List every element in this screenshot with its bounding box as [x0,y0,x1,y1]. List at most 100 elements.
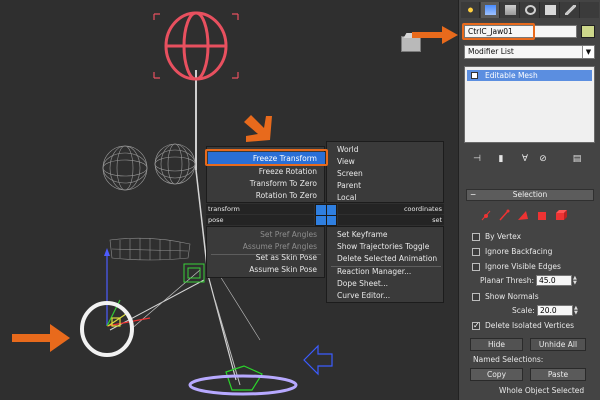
menu-item-set-as-skin-pose[interactable]: Set as Skin Pose [207,252,325,264]
menu-item-show-trajectories[interactable]: Show Trajectories Toggle [337,241,429,253]
copy-button[interactable]: Copy [470,368,523,381]
utilities-tab[interactable] [561,2,580,18]
display-icon [545,5,556,15]
arrow-callout-jaw [12,324,70,352]
display-tab[interactable] [541,2,560,18]
scale-spinner[interactable]: 20.0 ▲ ▼ [537,305,578,316]
element-icon[interactable] [556,210,567,220]
menu-item-reaction-manager[interactable]: Reaction Manager... [337,266,411,278]
pin-stack-icon[interactable]: ⊣ [470,152,484,166]
jaw-mesh [109,237,191,261]
unhide-all-button[interactable]: Unhide All [530,338,586,351]
by-vertex-checkbox[interactable]: By Vertex [472,231,521,243]
expand-icon[interactable] [471,72,478,79]
direction-control [303,344,333,376]
face-icon[interactable] [518,211,528,220]
menu-item-world[interactable]: World [337,144,359,156]
arrow-callout-menu [244,115,272,142]
eye-left-mesh [102,145,148,191]
menu-item-parent[interactable]: Parent [337,180,361,192]
edge-icon[interactable] [499,209,510,221]
quad-label-set: set [432,216,442,224]
ignore-backfacing-checkbox[interactable]: Ignore Backfacing [472,246,552,258]
hierarchy-tab[interactable] [501,2,520,18]
quad-label-transform: transform [208,205,240,213]
motion-tab[interactable] [521,2,540,18]
ignore-visible-edges-label: Ignore Visible Edges [485,262,561,271]
quad-header-set: set [338,215,444,225]
stack-item-label: Editable Mesh [485,71,538,80]
menu-item-dope-sheet[interactable]: Dope Sheet... [337,278,388,290]
checkbox-box[interactable] [472,263,480,271]
ignore-backfacing-label: Ignore Backfacing [485,247,553,256]
eye-right-mesh [154,143,196,185]
ignore-visible-edges-checkbox[interactable]: Ignore Visible Edges [472,261,561,273]
quad-header-pose: pose [206,215,314,225]
selection-rollout-header[interactable]: − Selection [466,189,594,201]
menu-item-local[interactable]: Local [337,192,356,204]
quad-menu-left-bottom: Set Pref Angles Assume Pref Angles Set a… [206,226,325,278]
menu-item-delete-selected-animation[interactable]: Delete Selected Animation [337,253,437,265]
utilities-icon [565,5,576,15]
spinner-arrows-icon[interactable]: ▲ ▼ [573,276,581,287]
planar-thresh-value: 45.0 [539,276,556,285]
modify-tab[interactable] [481,2,500,18]
menu-item-view[interactable]: View [337,156,355,168]
menu-item-freeze-rotation[interactable]: Freeze Rotation [207,166,325,178]
menu-item-screen[interactable]: Screen [337,168,363,180]
checkbox-box[interactable] [472,293,480,301]
jaw-green-control [225,365,263,391]
hide-button[interactable]: Hide [470,338,523,351]
delete-isolated-vertices-checkbox[interactable]: Delete Isolated Vertices [472,320,574,332]
head-control [164,11,228,81]
quad-header-coordinates: coordinates [338,204,444,214]
stack-item-editable-mesh[interactable]: Editable Mesh [467,70,592,81]
quad-center-selector[interactable] [315,204,337,226]
checkbox-box[interactable] [472,248,480,256]
motion-icon [525,5,536,15]
show-end-result-icon[interactable]: ▮ [494,152,508,166]
quad-label-coordinates: coordinates [403,205,442,213]
modifier-stack[interactable]: Editable Mesh [464,66,595,143]
quad-menu-right-bottom: Set Keyframe Show Trajectories Toggle De… [326,226,444,303]
make-unique-icon[interactable]: ∀ [518,152,532,166]
command-panel-tabs [461,2,599,18]
paste-button[interactable]: Paste [530,368,586,381]
checkbox-box[interactable] [472,233,480,241]
polygon-icon[interactable] [538,212,546,220]
modifier-list-label: Modifier List [468,47,514,56]
modify-icon [485,5,496,15]
planar-thresh-spinner[interactable]: 45.0 ▲ ▼ [536,275,577,286]
quad-label-pose: pose [208,216,224,224]
configure-modifier-sets-icon[interactable]: ▤ [570,152,584,166]
menu-item-transform-to-zero[interactable]: Transform To Zero [207,178,325,190]
menu-item-set-keyframe[interactable]: Set Keyframe [337,229,388,241]
callout-object-name [462,23,535,40]
green-control [183,263,205,283]
spinner-arrows-icon[interactable]: ▲ ▼ [574,306,582,317]
modifier-list-dropdown[interactable]: Modifier List ▼ [464,45,595,59]
sub-object-level-icons [480,208,580,222]
scale-value: 20.0 [540,306,557,315]
perspective-viewport[interactable]: Freeze Transform Freeze Rotation Transfo… [0,0,458,400]
checkbox-box[interactable] [472,320,480,332]
collapse-icon: − [470,190,477,199]
show-normals-label: Show Normals [485,292,539,301]
arrow-callout-name [412,26,458,44]
create-icon [465,5,476,15]
chevron-down-icon[interactable]: ▼ [582,46,594,58]
scale-label: Scale: [512,306,535,315]
root-control [188,374,298,396]
hierarchy-icon [505,5,516,15]
menu-item-assume-skin-pose[interactable]: Assume Skin Pose [207,264,325,276]
by-vertex-label: By Vertex [485,232,522,241]
menu-item-curve-editor[interactable]: Curve Editor... [337,290,390,302]
selection-status-text: Whole Object Selected [499,386,585,395]
object-color-swatch[interactable] [581,25,595,38]
show-normals-checkbox[interactable]: Show Normals [472,291,539,303]
remove-modifier-icon[interactable]: ⊘ [536,152,550,166]
callout-freeze-transform [205,149,328,166]
create-tab[interactable] [461,2,480,18]
vertex-icon[interactable] [481,210,491,221]
menu-item-rotation-to-zero[interactable]: Rotation To Zero [207,190,325,202]
